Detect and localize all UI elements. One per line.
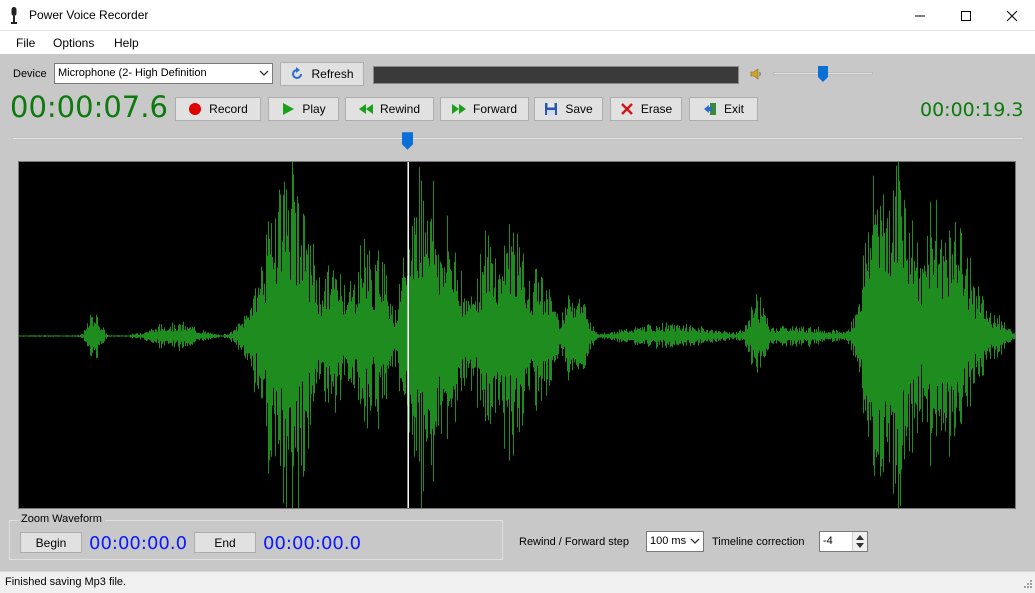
erase-button[interactable]: Erase	[610, 97, 682, 121]
forward-label: Forward	[472, 102, 517, 116]
position-slider[interactable]	[12, 137, 1024, 140]
menu-help[interactable]: Help	[114, 36, 139, 50]
menu-options[interactable]: Options	[53, 36, 94, 50]
exit-door-icon	[703, 103, 716, 115]
window-title: Power Voice Recorder	[29, 8, 149, 22]
speaker-icon	[750, 68, 761, 80]
erase-x-icon	[620, 103, 633, 115]
volume-slider-thumb[interactable]	[818, 66, 828, 82]
rewind-icon	[358, 104, 373, 114]
close-button[interactable]	[989, 0, 1035, 31]
minimize-icon	[915, 15, 925, 16]
rewind-label: Rewind	[379, 102, 421, 116]
spin-down-icon[interactable]	[856, 543, 864, 549]
floppy-disk-icon	[545, 103, 558, 115]
zoom-begin-button[interactable]: Begin	[20, 532, 82, 553]
refresh-label: Refresh	[311, 67, 354, 81]
zoom-waveform-title: Zoom Waveform	[18, 513, 105, 525]
chevron-down-icon	[259, 70, 269, 76]
refresh-icon	[292, 67, 303, 79]
current-time: 00:00:07.6	[10, 90, 168, 124]
resize-grip-icon[interactable]	[1021, 579, 1033, 591]
menu-file[interactable]: File	[16, 36, 35, 50]
status-text: Finished saving Mp3 file.	[5, 576, 127, 588]
refresh-button[interactable]: Refresh	[280, 62, 364, 86]
zoom-waveform-group: Zoom Waveform Begin 00:00:00.0 End 00:00…	[9, 513, 503, 560]
waveform-display[interactable]	[18, 161, 1016, 509]
play-button[interactable]: Play	[268, 97, 339, 121]
spin-up-icon[interactable]	[856, 534, 864, 540]
record-button[interactable]: Record	[175, 97, 261, 121]
close-icon	[1006, 10, 1018, 21]
maximize-icon	[961, 10, 971, 21]
maximize-button[interactable]	[943, 0, 989, 31]
erase-label: Erase	[640, 102, 673, 116]
exit-button[interactable]: Exit	[689, 97, 758, 121]
microphone-icon	[11, 7, 17, 24]
menu-bar: File Options Help	[0, 31, 1035, 54]
device-select-value: Microphone (2- High Definition	[58, 67, 207, 79]
minimize-button[interactable]	[897, 0, 943, 31]
zoom-begin-time: 00:00:00.0	[89, 533, 188, 554]
status-bar: Finished saving Mp3 file.	[0, 571, 1035, 593]
exit-label: Exit	[723, 102, 744, 116]
main-panel: Device Microphone (2- High Definition Re…	[0, 54, 1035, 571]
spin-buttons[interactable]	[852, 532, 867, 551]
save-label: Save	[565, 102, 593, 116]
waveform-bars	[19, 162, 1015, 508]
device-label: Device	[13, 68, 47, 80]
timeline-correction-input[interactable]: -4	[819, 531, 868, 552]
step-select[interactable]: 100 ms	[646, 531, 704, 552]
timeline-correction-value: -4	[823, 535, 833, 547]
forward-button[interactable]: Forward	[440, 97, 529, 121]
record-icon	[189, 103, 202, 115]
waveform-canvas	[19, 162, 1015, 508]
record-label: Record	[209, 102, 248, 116]
forward-icon	[451, 104, 466, 114]
save-button[interactable]: Save	[534, 97, 603, 121]
step-select-value: 100 ms	[650, 535, 687, 547]
zoom-end-button[interactable]: End	[194, 532, 256, 553]
zoom-end-time: 00:00:00.0	[263, 533, 362, 554]
timeline-correction-label: Timeline correction	[712, 536, 805, 548]
chevron-down-icon	[690, 538, 700, 544]
rewind-button[interactable]: Rewind	[345, 97, 434, 121]
title-bar: Power Voice Recorder	[0, 0, 1035, 31]
position-slider-thumb[interactable]	[401, 132, 413, 150]
level-meter	[373, 66, 739, 84]
total-time: 00:00:19.3	[920, 99, 1024, 121]
device-select[interactable]: Microphone (2- High Definition	[54, 63, 273, 84]
play-icon	[283, 103, 295, 115]
play-label: Play	[302, 102, 326, 116]
step-label: Rewind / Forward step	[519, 536, 630, 548]
